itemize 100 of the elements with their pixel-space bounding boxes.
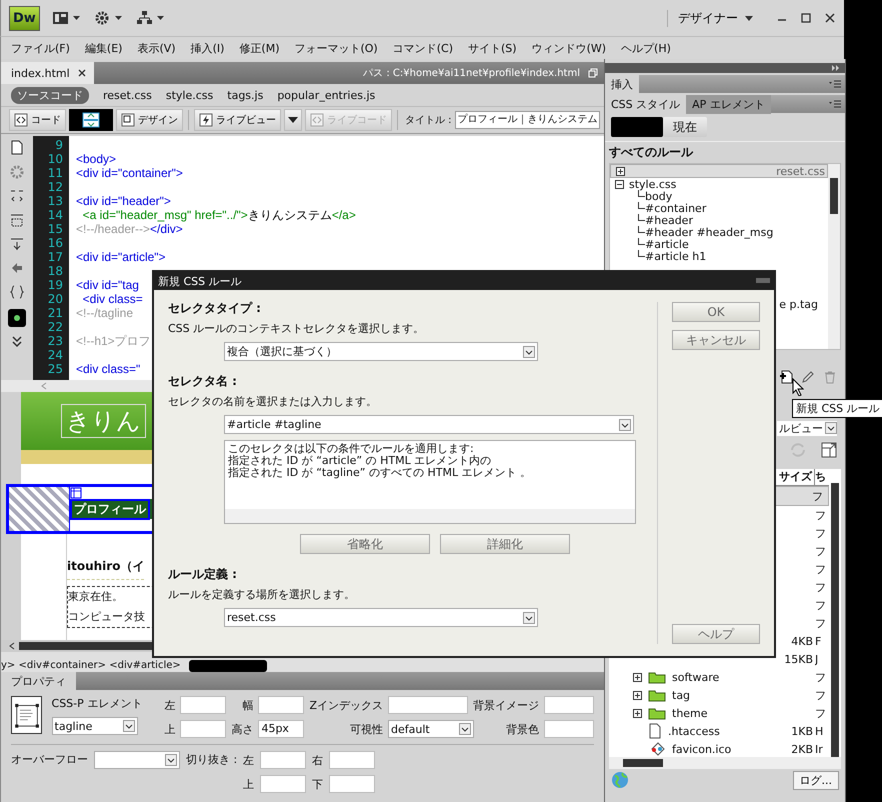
menu-item[interactable]: コマンド(C) — [392, 40, 453, 56]
css-rule-item[interactable]: #container — [645, 202, 706, 214]
close-icon[interactable] — [78, 69, 86, 77]
gear-icon[interactable] — [94, 10, 124, 26]
mode-toggle[interactable]: 現在 — [663, 117, 707, 137]
expand-icon[interactable] — [633, 708, 642, 718]
title-field[interactable]: プロフィール｜きりんシステム — [454, 111, 600, 129]
file-name[interactable]: tag — [672, 688, 690, 702]
menu-item[interactable]: 挿入(I) — [190, 40, 224, 56]
collapse-icon[interactable] — [9, 188, 25, 204]
menu-item[interactable]: 表示(V) — [137, 40, 176, 56]
css-rule-item[interactable]: body — [645, 190, 672, 202]
new-rule-icon[interactable] — [779, 370, 793, 384]
selector-name-combo[interactable]: #article #tagline — [224, 415, 634, 434]
related-file-link[interactable]: style.css — [166, 88, 214, 102]
panel-tab[interactable]: AP エレメント — [686, 94, 771, 114]
caret-icon[interactable] — [288, 116, 298, 124]
stylesheet-item[interactable]: style.css — [629, 178, 676, 190]
pencil-icon[interactable] — [801, 370, 815, 384]
ok-button[interactable]: OK — [672, 302, 760, 322]
input-field[interactable] — [260, 775, 306, 793]
menu-item[interactable]: 編集(E) — [84, 40, 122, 56]
css-rule-item[interactable]: e p.tag — [779, 298, 818, 310]
selector-type-select[interactable]: 複合（選択に基づく） — [224, 342, 538, 361]
expand-icon[interactable] — [616, 166, 625, 176]
live-view-button[interactable]: ライブビュー — [194, 109, 281, 131]
css-rule-item[interactable]: #header — [645, 214, 693, 226]
live-view-dropdown[interactable] — [284, 109, 302, 131]
input-field[interactable] — [260, 751, 306, 769]
element-id-select[interactable]: tagline — [52, 717, 138, 735]
input-field[interactable] — [180, 720, 226, 738]
file-name[interactable]: software — [672, 670, 720, 684]
document-tab[interactable]: index.html — [1, 62, 94, 84]
menu-item[interactable]: ヘルプ(H) — [621, 40, 671, 56]
input-field[interactable] — [544, 720, 594, 738]
site-map-icon[interactable] — [136, 10, 166, 26]
properties-tab[interactable]: プロパティ — [1, 672, 76, 690]
input-field[interactable] — [544, 696, 594, 714]
maximize-icon[interactable] — [800, 12, 812, 24]
menu-item[interactable]: ウィンドウ(W) — [532, 40, 606, 56]
lightning-icon[interactable] — [199, 113, 213, 127]
input-field[interactable]: 45px — [258, 720, 304, 738]
menu-item[interactable]: サイト(S) — [468, 40, 517, 56]
code-view-button[interactable]: コード — [9, 109, 66, 131]
source-code-pill[interactable]: ソースコード — [11, 86, 89, 104]
code-icon[interactable] — [14, 113, 28, 127]
collapse-icon[interactable] — [615, 180, 624, 188]
design-icon[interactable] — [121, 113, 135, 127]
document-icon[interactable] — [10, 140, 24, 156]
help-button[interactable]: ヘルプ — [672, 624, 760, 644]
collapse-panel-icon[interactable] — [831, 65, 841, 71]
file-name[interactable]: theme — [672, 706, 708, 720]
css-rule-item[interactable]: #article — [645, 238, 689, 250]
css-rule-item[interactable]: #article h1 — [645, 250, 706, 262]
related-file-link[interactable]: popular_entries.js — [277, 88, 376, 102]
eye-icon[interactable] — [7, 308, 27, 328]
input-field[interactable] — [258, 696, 304, 714]
chevron-icon[interactable] — [12, 336, 22, 348]
rule-definition-select[interactable]: reset.css — [224, 608, 538, 627]
workspace-dropdown[interactable]: デザイナー — [667, 10, 764, 26]
caret-icon[interactable] — [744, 14, 754, 22]
related-file-link[interactable]: reset.css — [103, 88, 152, 102]
panel-tab[interactable]: CSS スタイル — [605, 94, 686, 114]
file-name[interactable]: .htaccess — [668, 724, 720, 738]
mode-toggle[interactable] — [611, 117, 663, 137]
input-field[interactable] — [388, 696, 468, 714]
close-icon[interactable] — [824, 12, 836, 24]
less-specific-button[interactable]: 省略化 — [300, 534, 430, 554]
log-button[interactable]: ログ... — [792, 770, 839, 790]
panel-menu-icon[interactable] — [829, 100, 841, 108]
scroll-left-icon[interactable] — [9, 642, 15, 650]
expand-icon[interactable] — [633, 690, 642, 700]
expand-icon[interactable] — [9, 236, 25, 252]
scrollbar-thumb[interactable] — [623, 759, 663, 767]
scrollbar-thumb[interactable] — [830, 178, 838, 214]
design-view-button[interactable]: デザイン — [116, 109, 183, 131]
panel-menu-icon[interactable] — [829, 80, 841, 88]
visibility-select[interactable]: default — [388, 720, 474, 738]
expand-icon[interactable] — [633, 672, 642, 682]
more-specific-button[interactable]: 詳細化 — [440, 534, 570, 554]
layout-icon[interactable] — [52, 11, 82, 25]
split-view-button[interactable] — [69, 109, 113, 131]
related-file-link[interactable]: tags.js — [227, 88, 264, 102]
site-view-dropdown[interactable]: ルビュー — [777, 420, 837, 436]
split-icon[interactable] — [82, 112, 100, 128]
menu-item[interactable]: フォーマット(O) — [294, 40, 378, 56]
menu-item[interactable]: 修正(M) — [239, 40, 280, 56]
expand-panel-icon[interactable] — [821, 442, 837, 458]
cancel-button[interactable]: キャンセル — [672, 330, 760, 350]
input-field[interactable] — [329, 751, 376, 769]
select-block-icon[interactable] — [9, 212, 25, 228]
braces-icon[interactable] — [9, 284, 25, 300]
input-field[interactable] — [180, 696, 226, 714]
horizontal-scrollbar[interactable] — [225, 509, 635, 523]
css-rule-item[interactable]: #header #header_msg — [645, 226, 774, 238]
restore-icon[interactable] — [588, 68, 598, 78]
menu-item[interactable]: ファイル(F) — [11, 40, 70, 56]
file-name[interactable]: favicon.ico — [672, 742, 732, 756]
insert-tab[interactable]: 挿入 — [605, 74, 639, 94]
input-field[interactable] — [329, 775, 376, 793]
